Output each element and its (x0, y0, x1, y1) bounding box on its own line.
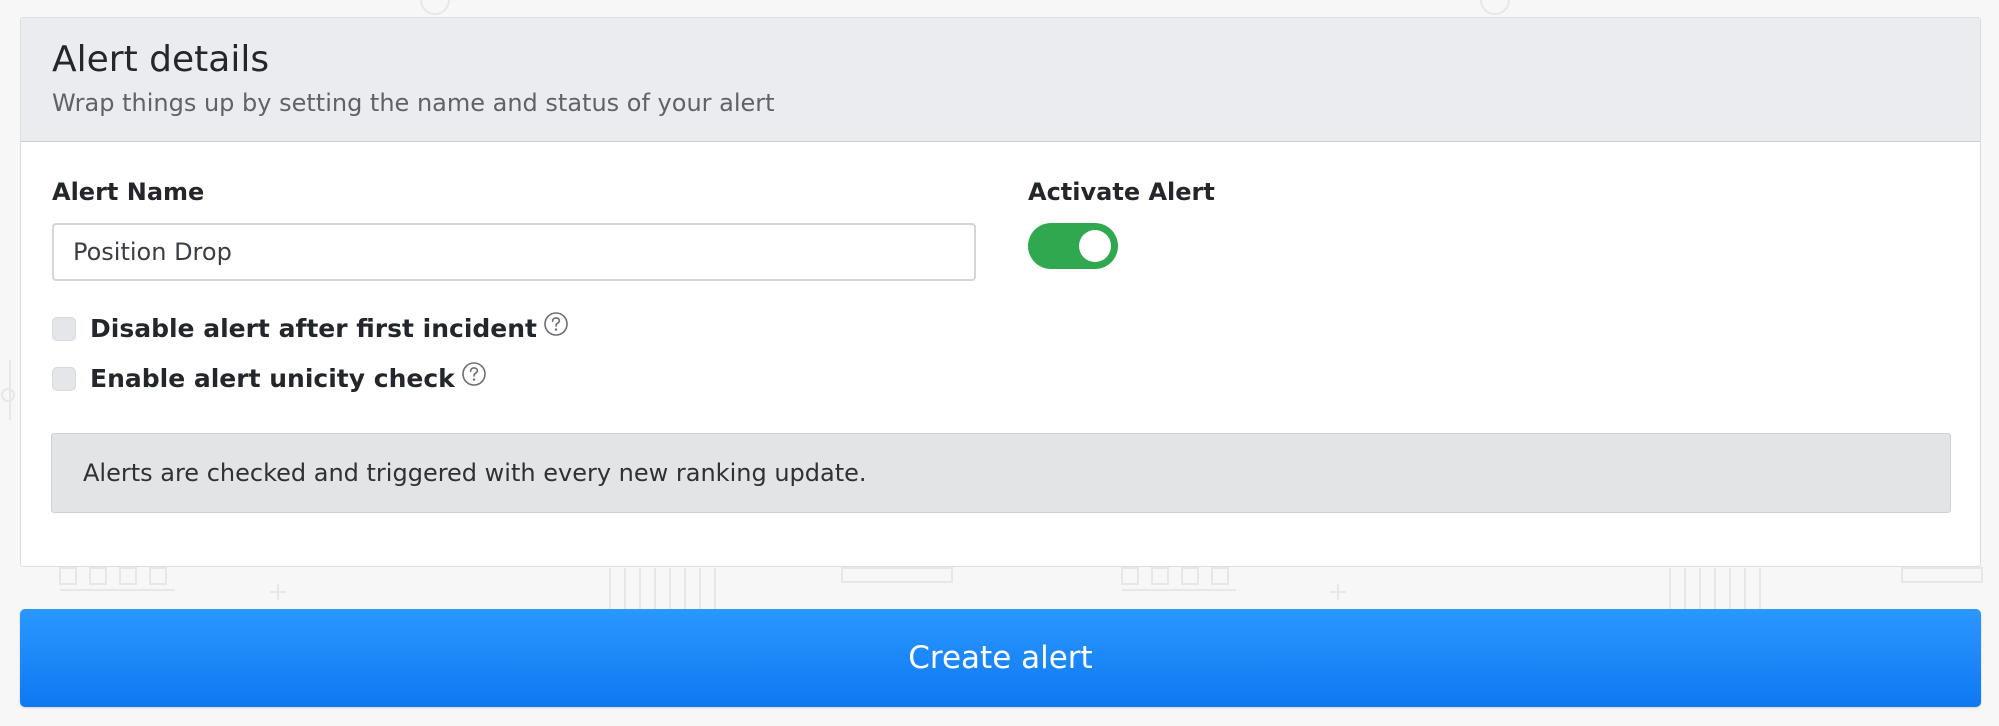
question-circle-icon[interactable] (543, 311, 569, 337)
card-header: Alert details Wrap things up by setting … (21, 18, 1980, 142)
create-alert-button[interactable]: Create alert (20, 609, 1981, 707)
card-subtitle: Wrap things up by setting the name and s… (52, 89, 775, 117)
disable-after-first-incident-checkbox[interactable] (52, 317, 76, 341)
activate-alert-toggle[interactable] (1028, 223, 1118, 269)
disable-after-first-incident-label: Disable alert after first incident (90, 314, 538, 343)
activate-alert-label: Activate Alert (1028, 178, 1215, 206)
card-title: Alert details (52, 39, 270, 80)
disable-after-first-incident-row: Disable alert after first incident (52, 311, 569, 344)
unicity-check-checkbox[interactable] (52, 367, 76, 391)
toggle-knob (1079, 230, 1111, 262)
unicity-check-row: Enable alert unicity check (52, 361, 487, 394)
create-alert-label: Create alert (908, 640, 1093, 676)
alert-name-input[interactable] (52, 223, 976, 281)
unicity-check-label: Enable alert unicity check (90, 364, 455, 393)
notice-text: Alerts are checked and triggered with ev… (83, 459, 867, 487)
ranking-update-notice: Alerts are checked and triggered with ev… (51, 433, 1951, 513)
question-circle-icon[interactable] (461, 361, 487, 387)
alert-details-card: Alert details Wrap things up by setting … (20, 17, 1981, 567)
alert-name-label: Alert Name (52, 178, 205, 206)
